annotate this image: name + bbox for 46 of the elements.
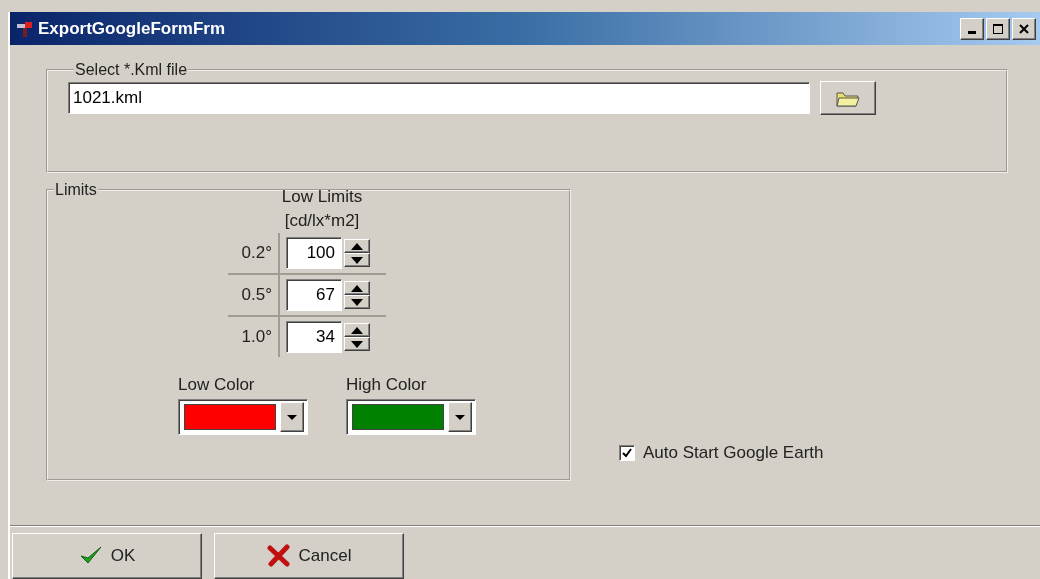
up-arrow-icon: [350, 325, 364, 335]
caret-icon: [454, 413, 466, 421]
maximize-icon: [992, 22, 1004, 35]
spin-down-button[interactable]: [344, 253, 370, 267]
group-label: Select *.Kml file: [74, 61, 189, 79]
color-dropdown[interactable]: [346, 399, 476, 435]
spin-down-button[interactable]: [344, 337, 370, 351]
checkbox-label: Auto Start Google Earth: [643, 443, 824, 463]
minimize-icon: [968, 31, 976, 34]
spin-field[interactable]: 67: [286, 279, 342, 311]
group-label: Limits: [54, 181, 98, 199]
dropdown-button[interactable]: [448, 402, 472, 432]
angle-label: 1.0°: [228, 317, 280, 357]
spin-down-button[interactable]: [344, 295, 370, 309]
spin-up-button[interactable]: [344, 281, 370, 295]
angle-label: 0.5°: [228, 275, 280, 315]
color-label: High Color: [346, 375, 428, 395]
up-arrow-icon: [350, 241, 364, 251]
close-icon: [1018, 22, 1030, 35]
window-title: ExportGoogleFormFrm: [38, 18, 226, 39]
browse-button[interactable]: [820, 81, 876, 115]
unit-label: [cd/lx*m2]: [283, 210, 361, 232]
ok-button[interactable]: OK: [12, 533, 202, 579]
down-arrow-icon: [350, 339, 364, 349]
color-label: Low Color: [178, 375, 256, 395]
maximize-button[interactable]: [986, 17, 1010, 40]
down-arrow-icon: [350, 297, 364, 307]
angle-label: 0.2°: [228, 233, 280, 273]
minimize-button[interactable]: [960, 17, 984, 40]
caret-icon: [286, 413, 298, 421]
check-icon: [621, 447, 633, 459]
spin-up-button[interactable]: [344, 239, 370, 253]
spin-up-button[interactable]: [344, 323, 370, 337]
spin-field[interactable]: 100: [286, 237, 342, 269]
file-field[interactable]: 1021.kml: [68, 82, 810, 114]
column-heading: Low Limits: [280, 186, 364, 208]
spin-field[interactable]: 34: [286, 321, 342, 353]
down-arrow-icon: [350, 255, 364, 265]
up-arrow-icon: [350, 283, 364, 293]
cancel-button[interactable]: Cancel: [214, 533, 404, 579]
dropdown-button[interactable]: [280, 402, 304, 432]
app-icon: [16, 20, 32, 37]
cross-icon: [266, 544, 291, 568]
checkbox[interactable]: [619, 445, 635, 461]
close-button[interactable]: [1012, 17, 1036, 40]
color-dropdown[interactable]: [178, 399, 308, 435]
